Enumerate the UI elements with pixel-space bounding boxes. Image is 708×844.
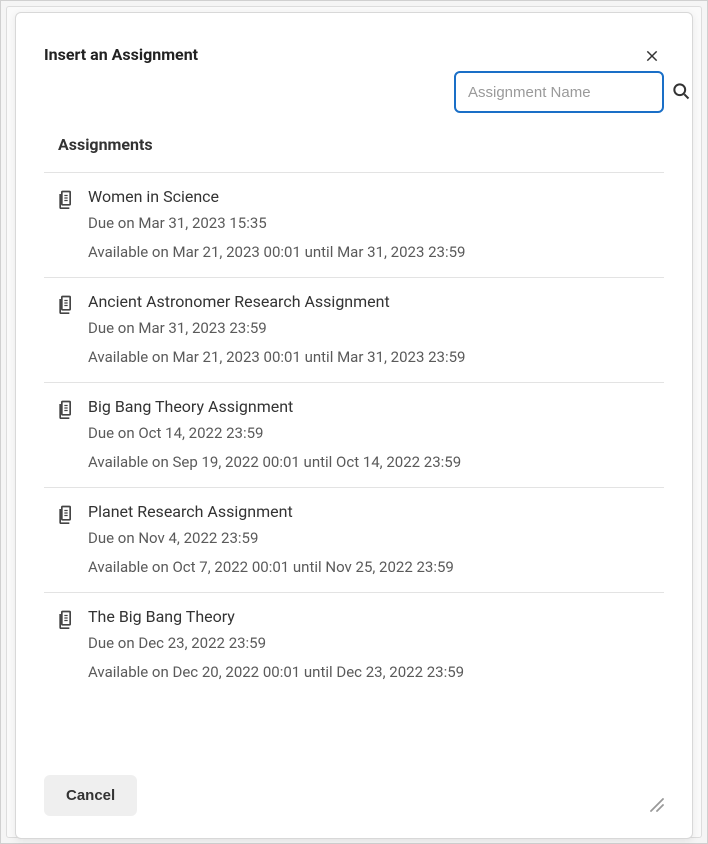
assignment-icon xyxy=(56,189,76,209)
assignment-body: Planet Research Assignment Due on Nov 4, … xyxy=(88,502,454,578)
resize-handle[interactable] xyxy=(646,798,664,816)
assignments-list: Women in Science Due on Mar 31, 2023 15:3… xyxy=(16,172,692,757)
assignment-due: Due on Nov 4, 2022 23:59 xyxy=(88,527,454,550)
assignment-due: Due on Mar 31, 2023 23:59 xyxy=(88,317,465,340)
assignment-title: Big Bang Theory Assignment xyxy=(88,397,461,416)
assignment-title: Women in Science xyxy=(88,187,465,206)
assignment-body: Big Bang Theory Assignment Due on Oct 14,… xyxy=(88,397,461,473)
assignment-due: Due on Mar 31, 2023 15:35 xyxy=(88,212,465,235)
assignment-body: Ancient Astronomer Research Assignment Du… xyxy=(88,292,465,368)
search-button[interactable] xyxy=(667,77,695,108)
assignment-availability: Available on Sep 19, 2022 00:01 until Oc… xyxy=(88,451,461,474)
assignment-item[interactable]: Planet Research Assignment Due on Nov 4, … xyxy=(44,487,664,592)
assignment-availability: Available on Dec 20, 2022 00:01 until De… xyxy=(88,661,464,684)
assignment-availability: Available on Mar 21, 2023 00:01 until Ma… xyxy=(88,346,465,369)
assignment-item[interactable]: Ancient Astronomer Research Assignment Du… xyxy=(44,277,664,382)
assignment-availability: Available on Mar 21, 2023 00:01 until Ma… xyxy=(88,241,465,264)
dialog-footer: Cancel xyxy=(16,757,692,838)
search-icon xyxy=(671,81,691,104)
assignment-icon xyxy=(56,399,76,419)
assignment-due: Due on Dec 23, 2022 23:59 xyxy=(88,632,464,655)
assignment-icon xyxy=(56,504,76,524)
cancel-button[interactable]: Cancel xyxy=(44,775,137,816)
assignment-item[interactable]: The Big Bang Theory Due on Dec 23, 2022 2… xyxy=(44,592,664,697)
close-icon xyxy=(644,48,660,67)
assignments-section-title: Assignments xyxy=(16,113,692,172)
search-field-wrap[interactable] xyxy=(454,71,664,113)
assignment-due: Due on Oct 14, 2022 23:59 xyxy=(88,422,461,445)
dialog-header: Insert an Assignment xyxy=(16,13,692,69)
assignment-item[interactable]: Big Bang Theory Assignment Due on Oct 14,… xyxy=(44,382,664,487)
resize-icon xyxy=(648,796,664,816)
assignment-body: The Big Bang Theory Due on Dec 23, 2022 2… xyxy=(88,607,464,683)
insert-assignment-dialog: Insert an Assignment Assig xyxy=(15,12,693,839)
assignment-title: Planet Research Assignment xyxy=(88,502,454,521)
dialog-title: Insert an Assignment xyxy=(44,45,198,64)
assignment-icon xyxy=(56,609,76,629)
assignment-availability: Available on Oct 7, 2022 00:01 until Nov… xyxy=(88,556,454,579)
assignment-title: Ancient Astronomer Research Assignment xyxy=(88,292,465,311)
assignment-body: Women in Science Due on Mar 31, 2023 15:3… xyxy=(88,187,465,263)
assignment-icon xyxy=(56,294,76,314)
assignment-title: The Big Bang Theory xyxy=(88,607,464,626)
assignment-item[interactable]: Women in Science Due on Mar 31, 2023 15:3… xyxy=(44,172,664,277)
search-row xyxy=(16,65,692,113)
assignment-search-input[interactable] xyxy=(468,84,667,101)
